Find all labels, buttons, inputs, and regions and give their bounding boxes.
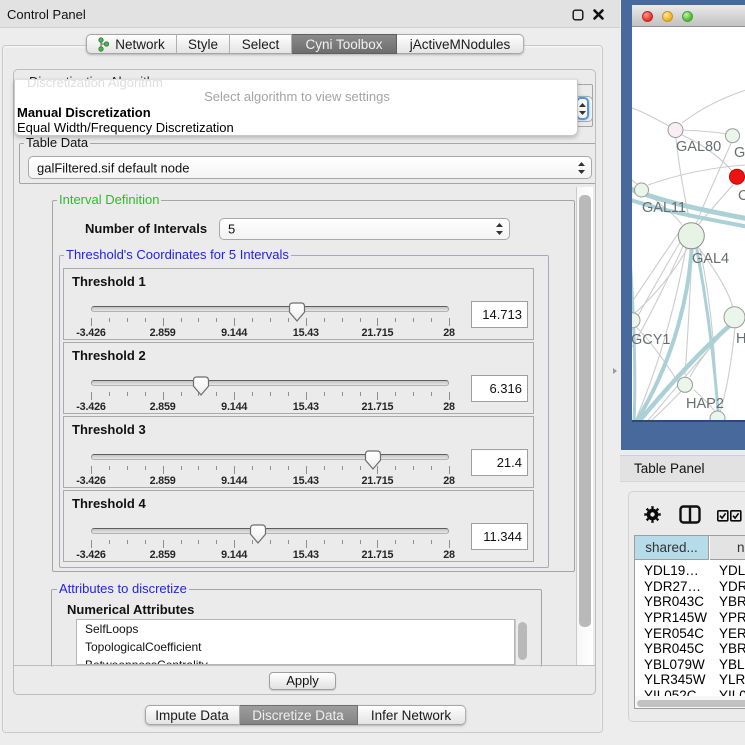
svg-text:GCY1: GCY1 bbox=[632, 332, 671, 348]
svg-text:GAL11: GAL11 bbox=[642, 200, 686, 216]
svg-text:GAL4: GAL4 bbox=[692, 251, 729, 267]
svg-text:HAP2: HAP2 bbox=[686, 396, 724, 412]
svg-text:C: C bbox=[738, 188, 745, 204]
svg-text:GAL80: GAL80 bbox=[676, 139, 721, 155]
svg-text:H: H bbox=[736, 331, 745, 347]
svg-text:GA: GA bbox=[734, 145, 745, 161]
